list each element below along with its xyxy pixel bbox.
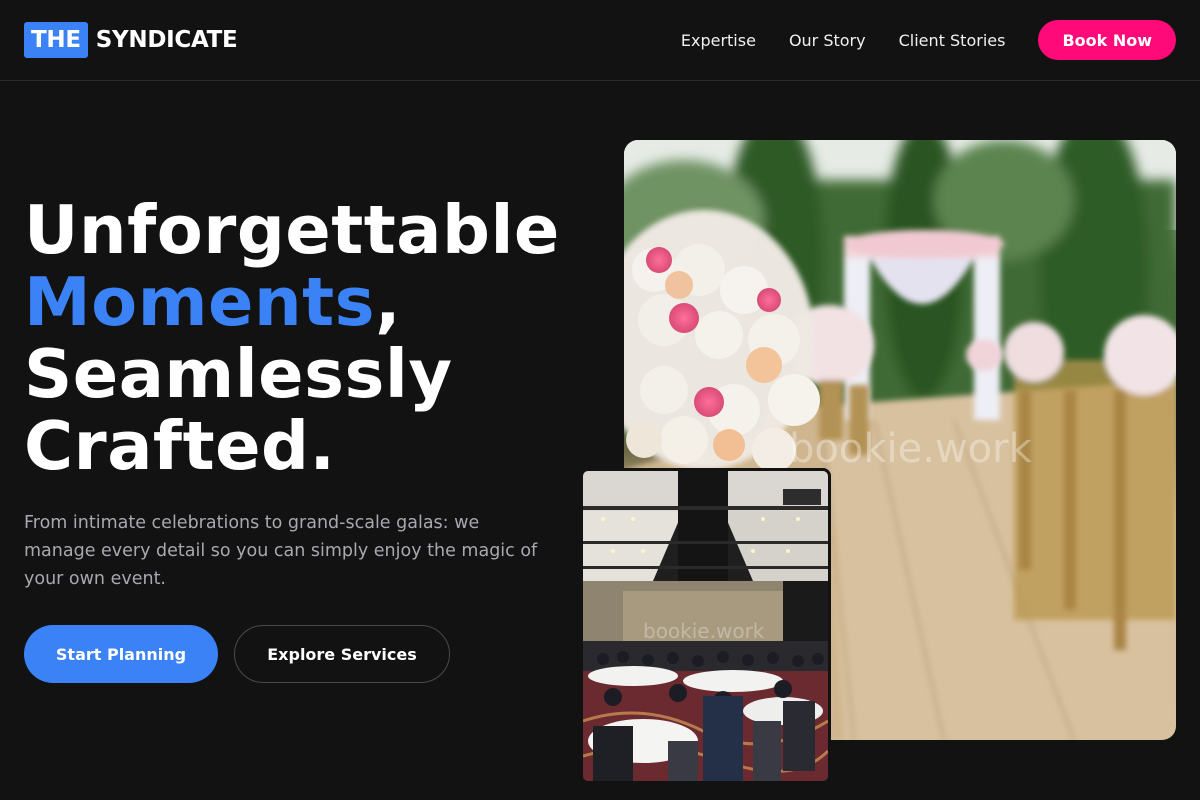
start-planning-button[interactable]: Start Planning [24, 625, 218, 683]
inset-watermark: bookie.work [643, 619, 765, 643]
headline-comma: , [375, 263, 402, 341]
main-watermark: bookie.work [789, 426, 1033, 472]
site-header: THE SYNDICATE Expertise Our Story Client… [0, 0, 1200, 81]
headline-accent-word: Moments [24, 263, 376, 341]
nav-link-expertise[interactable]: Expertise [681, 31, 756, 50]
brand-logo[interactable]: THE SYNDICATE [24, 22, 238, 58]
logo-name: SYNDICATE [95, 27, 238, 53]
explore-services-button[interactable]: Explore Services [234, 625, 450, 683]
logo-box: THE [24, 22, 88, 58]
book-now-button[interactable]: Book Now [1038, 20, 1176, 60]
banquet-hall-photo: bookie.work [580, 468, 831, 784]
headline-line-3: Seamlessly [24, 335, 453, 413]
banquet-hall-illustration: bookie.work [583, 471, 828, 781]
hero-headline: Unforgettable Moments, Seamlessly Crafte… [24, 194, 560, 482]
main-nav: Expertise Our Story Client Stories Book … [681, 20, 1176, 60]
headline-line-1: Unforgettable [24, 191, 560, 269]
nav-link-client-stories[interactable]: Client Stories [899, 31, 1006, 50]
headline-line-4: Crafted. [24, 407, 336, 485]
nav-link-our-story[interactable]: Our Story [789, 31, 866, 50]
hero-subtext: From intimate celebrations to grand-scal… [24, 513, 538, 589]
